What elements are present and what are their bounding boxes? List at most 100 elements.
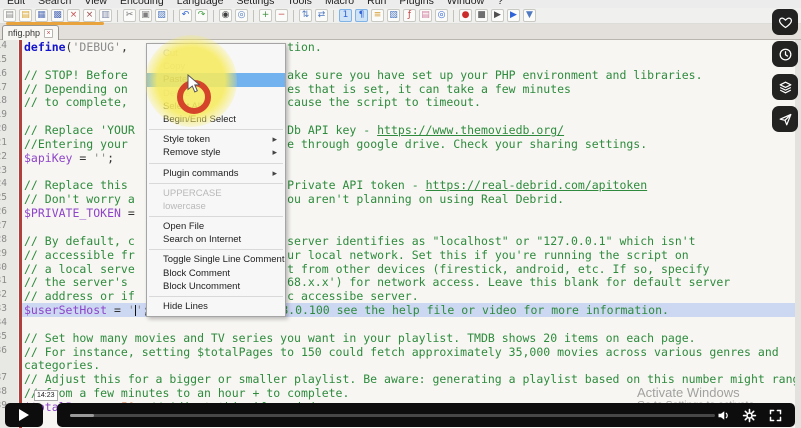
code-line[interactable]: $apiKey = ''; — [22, 151, 795, 165]
show-all-characters-icon[interactable]: ¶ — [355, 9, 368, 22]
sync-horizontal-icon[interactable]: ⇄ — [315, 9, 328, 22]
paste-icon[interactable]: ▨ — [155, 9, 168, 22]
context-menu-item-plugin-commands[interactable]: Plugin commands▸ — [147, 167, 285, 180]
indent-guide-icon[interactable]: ≡ — [371, 9, 384, 22]
menu-item-macro[interactable]: Macro — [325, 0, 354, 7]
menu-item-encoding[interactable]: Encoding — [120, 0, 164, 7]
code-line[interactable]: // Replace 'YOUR Db API key - https://ww… — [22, 123, 795, 137]
folder-as-workspace-icon[interactable]: ▤ — [419, 9, 432, 22]
code-line[interactable]: categories. — [22, 358, 795, 372]
code-link[interactable]: https://www.themoviedb.org/ — [377, 123, 564, 137]
menu-item-language[interactable]: Language — [177, 0, 224, 7]
menu-item-edit[interactable]: Edit — [7, 0, 25, 7]
code-line[interactable]: $PRIVATE_TOKEN = — [22, 206, 795, 220]
code-line[interactable]: // accessible fr ur local network. Set t… — [22, 248, 795, 262]
context-menu-item-block-comment[interactable]: Block Comment — [147, 267, 285, 280]
code-line[interactable]: // By default, c server identifies as "l… — [22, 234, 795, 248]
document-monitor-icon[interactable]: ◎ — [435, 9, 448, 22]
undo-icon[interactable]: ↶ — [179, 9, 192, 22]
word-wrap-icon[interactable]: 1 — [339, 9, 352, 22]
heart-icon — [778, 15, 793, 30]
code-line[interactable] — [22, 165, 795, 179]
progress-bar[interactable] — [70, 414, 715, 417]
replace-icon[interactable]: ◎ — [235, 9, 248, 22]
settings-gear-icon[interactable] — [742, 408, 757, 423]
cut-icon[interactable]: ✂ — [123, 9, 136, 22]
context-menu-item-block-uncomment[interactable]: Block Uncomment — [147, 280, 285, 293]
copy-icon[interactable]: ▣ — [139, 9, 152, 22]
line-number: 33 — [0, 303, 7, 317]
macro-stop-icon[interactable]: ■ — [475, 9, 488, 22]
context-menu-item-toggle-single-line-comment[interactable]: Toggle Single Line Comment — [147, 253, 285, 266]
context-menu-item-hide-lines[interactable]: Hide Lines — [147, 300, 285, 313]
close-all-icon[interactable]: × — [83, 9, 96, 22]
open-folder-icon[interactable]: ▤ — [19, 9, 32, 22]
code-area[interactable]: define('DEBUG', tion. // STOP! Before ake… — [22, 40, 795, 428]
macro-record-icon[interactable]: ● — [459, 9, 472, 22]
line-number: 29 — [0, 248, 7, 262]
code-line[interactable]: // Depending on es that is set, it can t… — [22, 82, 795, 96]
code-line[interactable]: // a local serve t from other devices (f… — [22, 262, 795, 276]
editor-scrollbar[interactable] — [795, 40, 801, 428]
share-button[interactable] — [772, 106, 798, 132]
code-line[interactable]: // Don't worry a ou aren't planning on u… — [22, 192, 795, 206]
context-menu-item-remove-style[interactable]: Remove style▸ — [147, 146, 285, 159]
context-menu-item-lowercase: lowercase — [147, 200, 285, 213]
redo-icon[interactable]: ↷ — [195, 9, 208, 22]
fullscreen-icon[interactable] — [768, 408, 783, 423]
macro-run-multiple-icon[interactable]: ▶ — [507, 9, 520, 22]
zoom-in-icon[interactable]: + — [259, 9, 272, 22]
code-link[interactable]: https://real-debrid.com/apitoken — [426, 178, 648, 192]
print-icon[interactable]: ▥ — [99, 9, 112, 22]
save-icon[interactable]: ▦ — [35, 9, 48, 22]
video-control-bar — [57, 403, 795, 427]
line-number: 21 — [0, 137, 7, 151]
document-map-icon[interactable]: ▧ — [387, 9, 400, 22]
close-icon[interactable]: × — [67, 9, 80, 22]
context-menu-item-open-file[interactable]: Open File — [147, 220, 285, 233]
code-line-highlighted[interactable]: $userSetHost = ''; // Example: 192.168.0… — [22, 303, 795, 317]
code-line[interactable]: // to complete, cause the script to time… — [22, 95, 795, 109]
menu-item-window[interactable]: Window — [447, 0, 484, 7]
play-button[interactable] — [5, 403, 43, 427]
menu-item-plugins[interactable]: Plugins — [399, 0, 433, 7]
macro-play-icon[interactable]: ▶ — [491, 9, 504, 22]
code-line[interactable]: // the server's 68.x.x') for network acc… — [22, 275, 795, 289]
code-line[interactable] — [22, 54, 795, 68]
code-line[interactable]: //Entering your e through google drive. … — [22, 137, 795, 151]
save-all-icon[interactable]: ▩ — [51, 9, 64, 22]
menu-item-search[interactable]: Search — [38, 0, 71, 7]
macro-save-icon[interactable]: ▼ — [523, 9, 536, 22]
line-number: 35 — [0, 331, 7, 345]
code-line[interactable]: // address or if c accessibe server. — [22, 289, 795, 303]
watch-later-button[interactable] — [772, 41, 798, 67]
zoom-out-icon[interactable]: − — [275, 9, 288, 22]
submenu-arrow-icon: ▸ — [272, 146, 277, 159]
tab-close-icon[interactable]: × — [44, 29, 53, 38]
find-icon[interactable]: ◉ — [219, 9, 232, 22]
new-file-icon[interactable]: ▤ — [3, 9, 16, 22]
sync-vertical-icon[interactable]: ⇅ — [299, 9, 312, 22]
code-token: = — [121, 206, 135, 220]
code-token: $apiKey — [24, 151, 72, 165]
code-line[interactable]: // Replace this Private API token - http… — [22, 178, 795, 192]
like-button[interactable] — [772, 9, 798, 35]
context-menu-item-style-token[interactable]: Style token▸ — [147, 133, 285, 146]
function-list-icon[interactable]: ƒ — [403, 9, 416, 22]
code-line[interactable]: // For instance, setting $totalPages to … — [22, 345, 795, 359]
menu-item-[interactable]: ? — [497, 0, 503, 7]
code-line[interactable]: // Set how many movies and TV series you… — [22, 331, 795, 345]
code-line[interactable] — [22, 220, 795, 234]
collections-button[interactable] — [772, 74, 798, 100]
menu-item-run[interactable]: Run — [367, 0, 386, 7]
menu-item-tools[interactable]: Tools — [287, 0, 312, 7]
menu-item-view[interactable]: View — [84, 0, 107, 7]
code-line[interactable] — [22, 317, 795, 331]
menu-item-settings[interactable]: Settings — [236, 0, 274, 7]
context-menu-item-search-on-internet[interactable]: Search on Internet — [147, 233, 285, 246]
tab-config-php[interactable]: nfig.php × — [2, 25, 59, 40]
code-line[interactable]: // STOP! Before ake sure you have set up… — [22, 68, 795, 82]
volume-icon[interactable] — [716, 408, 731, 423]
code-line[interactable]: define('DEBUG', tion. — [22, 40, 795, 54]
code-line[interactable] — [22, 109, 795, 123]
